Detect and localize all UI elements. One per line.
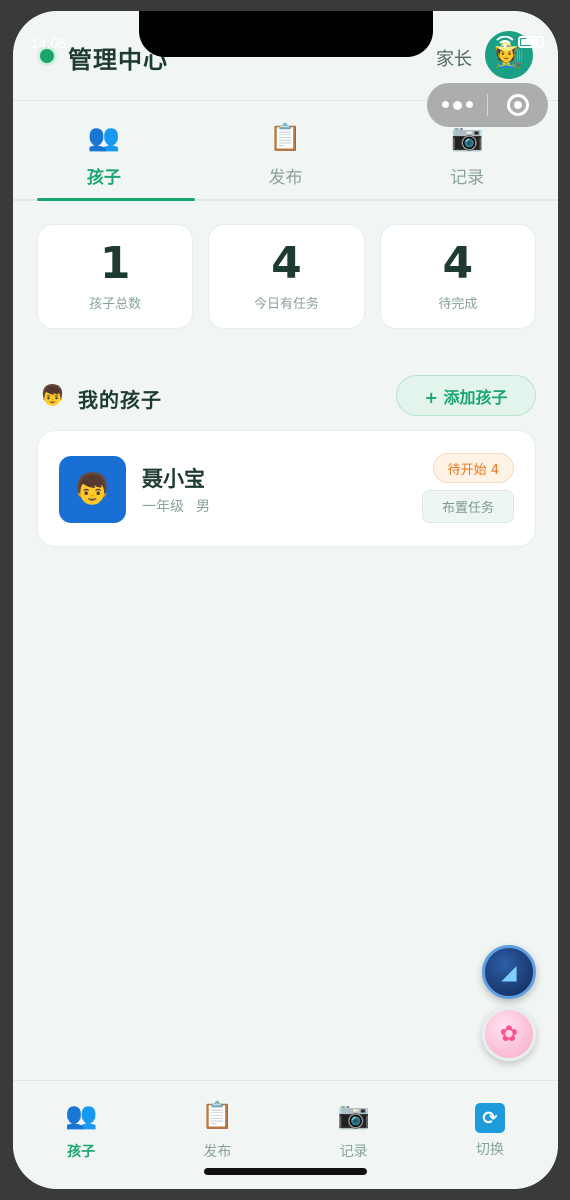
switch-icon: ⟳ xyxy=(474,1103,505,1133)
nav-item-children[interactable]: 👥 孩子 xyxy=(13,1081,149,1189)
tab-label: 孩子 xyxy=(86,168,121,188)
children-icon: 👥 xyxy=(64,1101,98,1131)
stat-label: 待完成 xyxy=(438,297,478,312)
nav-label: 发布 xyxy=(203,1144,232,1160)
notch xyxy=(139,11,433,57)
status-dot xyxy=(40,49,54,63)
nav-label: 记录 xyxy=(339,1144,368,1160)
stat-card-children: 1 孩子总数 xyxy=(37,224,194,329)
stat-card-pending: 4 待完成 xyxy=(379,224,536,329)
child-meta: 一年级 男 xyxy=(142,496,210,516)
status-time: 14:05 xyxy=(31,35,67,51)
mini-program-capsule xyxy=(427,83,548,127)
phone-screen: 14:05 管理中心 家长 🧑‍🌾 👥 孩子 📋 发布 📷 记录 xyxy=(13,11,558,1189)
stat-label: 孩子总数 xyxy=(89,297,142,312)
home-indicator xyxy=(204,1168,367,1175)
nav-label: 孩子 xyxy=(67,1144,96,1160)
camera-icon: 📷 xyxy=(337,1101,370,1131)
tab-label: 发布 xyxy=(268,168,303,188)
close-icon[interactable] xyxy=(488,94,548,116)
battery-icon xyxy=(518,36,544,48)
more-icon[interactable] xyxy=(427,100,487,110)
stat-value: 4 xyxy=(442,238,474,289)
nav-label: 切换 xyxy=(475,1142,504,1158)
child-card[interactable]: 👦 聂小宝 一年级 男 待开始 4 布置任务 xyxy=(37,430,536,547)
child-face-icon: 👦 xyxy=(73,472,112,507)
child-avatar: 👦 xyxy=(59,456,126,523)
status-badge: 待开始 4 xyxy=(432,453,514,483)
wifi-icon xyxy=(496,36,514,48)
flower-icon: ✿ xyxy=(499,1021,519,1047)
stat-label: 今日有任务 xyxy=(253,297,319,312)
stat-card-today-tasks: 4 今日有任务 xyxy=(208,224,365,329)
stat-value: 1 xyxy=(99,238,131,289)
child-name: 聂小宝 xyxy=(142,467,205,491)
status-icons xyxy=(496,36,544,48)
floating-action-button-2[interactable]: ✿ xyxy=(482,1007,536,1061)
clipboard-icon: 📋 xyxy=(201,1101,234,1131)
children-icon: 👥 xyxy=(87,123,121,153)
assign-task-button[interactable]: 布置任务 xyxy=(422,490,514,523)
stats-row: 1 孩子总数 4 今日有任务 4 待完成 xyxy=(37,224,536,329)
child-face-icon: 👦 xyxy=(40,383,65,407)
tab-children[interactable]: 👥 孩子 xyxy=(13,111,195,201)
add-child-button[interactable]: + 添加孩子 xyxy=(396,375,536,416)
child-gender: 男 xyxy=(196,499,210,515)
app-logo-icon: ◢ xyxy=(501,960,517,984)
floating-action-button-1[interactable]: ◢ xyxy=(482,945,536,999)
section-title: 我的孩子 xyxy=(78,388,162,412)
tab-label: 记录 xyxy=(450,168,485,188)
tab-publish[interactable]: 📋 发布 xyxy=(195,111,377,199)
clipboard-icon: 📋 xyxy=(269,123,302,153)
stat-value: 4 xyxy=(271,238,302,289)
nav-item-switch[interactable]: ⟳ 切换 xyxy=(422,1081,558,1189)
section-header: 👦 我的孩子 + 添加孩子 xyxy=(37,375,536,417)
child-grade: 一年级 xyxy=(142,499,184,515)
role-label: 家长 xyxy=(436,49,472,70)
camera-icon: 📷 xyxy=(450,123,484,153)
